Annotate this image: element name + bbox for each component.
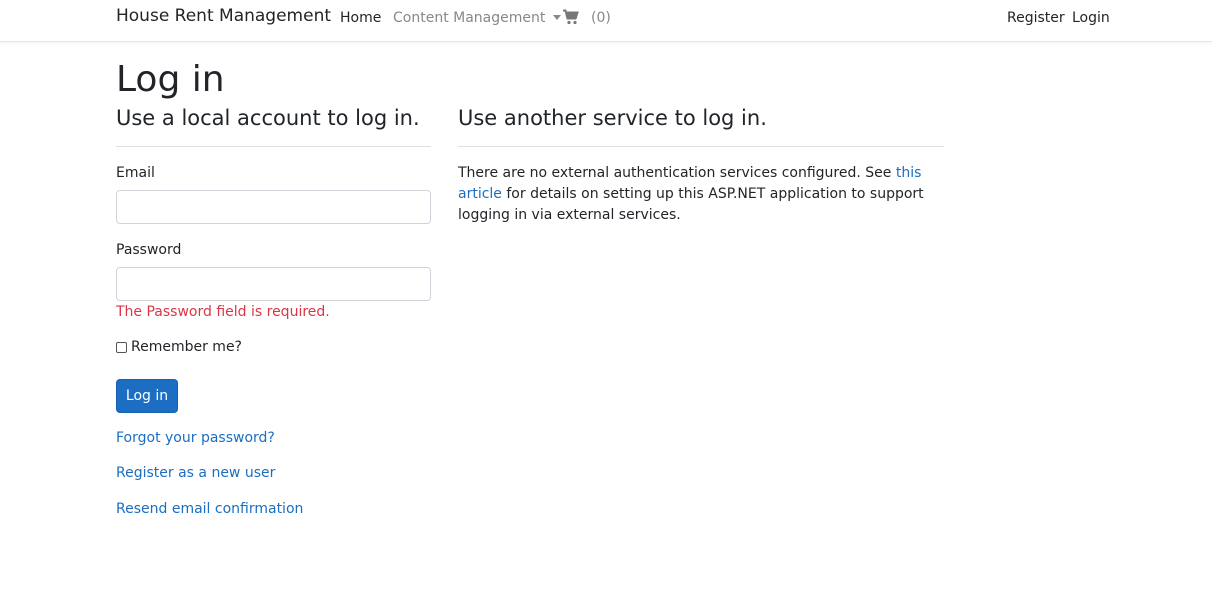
nav-content-management-dropdown[interactable]: Content Management: [393, 10, 562, 26]
nav-register[interactable]: Register: [1007, 10, 1065, 26]
login-submit-button[interactable]: Log in: [116, 379, 178, 413]
password-field[interactable]: [116, 267, 431, 301]
nav-login[interactable]: Login: [1072, 10, 1110, 26]
password-error-message: The Password field is required.: [116, 304, 330, 320]
email-label: Email: [116, 165, 155, 181]
forgot-password-link[interactable]: Forgot your password?: [116, 430, 275, 446]
nav-home[interactable]: Home: [340, 10, 381, 26]
remember-me-label[interactable]: Remember me?: [131, 339, 242, 355]
password-label: Password: [116, 242, 182, 258]
external-text-after: for details on setting up this ASP.NET a…: [458, 186, 924, 223]
caret-down-icon: [553, 15, 562, 20]
resend-email-confirmation-link[interactable]: Resend email confirmation: [116, 501, 303, 517]
local-account-heading: Use a local account to log in.: [116, 106, 420, 130]
brand-link[interactable]: House Rent Management: [116, 6, 331, 26]
remember-me-row: Remember me?: [116, 339, 242, 355]
email-field[interactable]: [116, 190, 431, 224]
top-navbar: House Rent Management Home Content Manag…: [0, 0, 1212, 42]
nav-content-management-label: Content Management: [393, 10, 546, 26]
page-title: Log in: [116, 59, 225, 100]
remember-me-checkbox[interactable]: [116, 341, 127, 353]
shopping-cart-icon[interactable]: [563, 9, 579, 25]
divider: [458, 146, 944, 147]
register-new-user-link[interactable]: Register as a new user: [116, 465, 275, 481]
external-service-heading: Use another service to log in.: [458, 106, 767, 130]
external-auth-message: There are no external authentication ser…: [458, 163, 944, 226]
cart-count[interactable]: (0): [591, 10, 611, 26]
external-text-before: There are no external authentication ser…: [458, 165, 896, 181]
divider: [116, 146, 431, 147]
